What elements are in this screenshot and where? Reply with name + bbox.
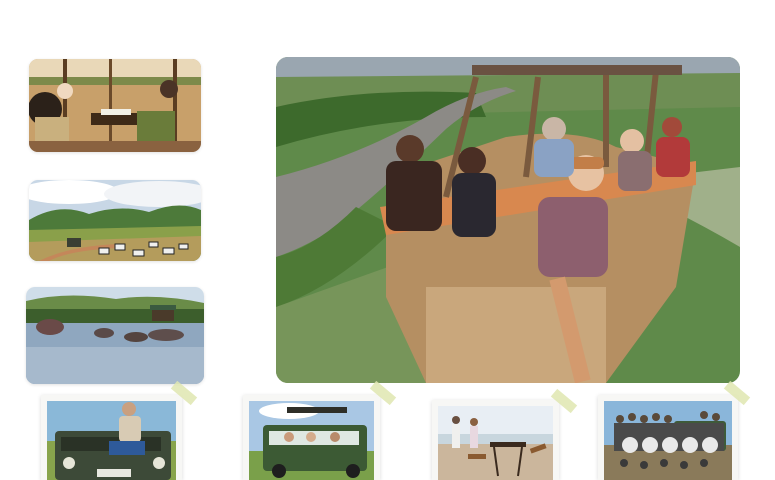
group-photo-photo	[604, 401, 732, 480]
polaroid-group-photo[interactable]	[598, 395, 738, 480]
thumbnail-zebra-plains[interactable]	[29, 180, 201, 261]
thumbnail-dining-tent[interactable]	[29, 59, 201, 152]
dining-tent-photo	[29, 59, 201, 152]
polaroid-beach-table[interactable]	[432, 400, 559, 480]
beach-table-photo	[438, 406, 553, 480]
hero-balloon-selfie[interactable]	[276, 57, 740, 383]
polaroid-safari-jeep[interactable]	[243, 395, 380, 480]
zebra-plains-photo	[29, 180, 201, 261]
safari-jeep-photo	[249, 401, 374, 480]
polaroid-jeep-man[interactable]	[41, 395, 182, 480]
balloon-selfie-photo	[276, 57, 740, 383]
thumbnail-hippo-river[interactable]	[26, 287, 204, 384]
jeep-man-photo	[47, 401, 176, 480]
hippo-river-photo	[26, 287, 204, 384]
